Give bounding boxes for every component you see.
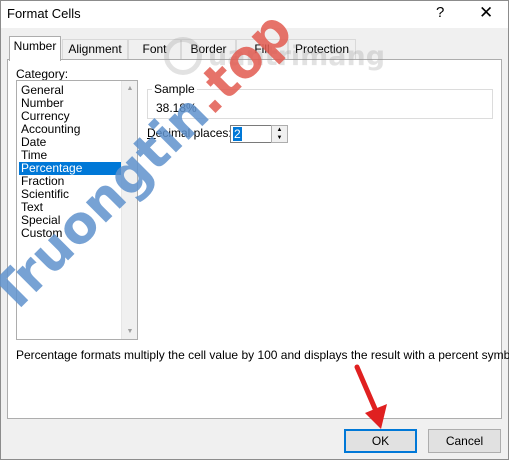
sample-box [147, 89, 493, 119]
format-description: Percentage formats multiply the cell val… [16, 348, 509, 362]
decimal-places-input[interactable]: 2 [230, 125, 273, 143]
decimal-places-value: 2 [233, 127, 242, 141]
tab-border[interactable]: Border [181, 39, 236, 60]
title-bar: Format Cells ? ✕ [1, 1, 508, 28]
decimal-places-label: Decimal places: [147, 126, 232, 140]
spin-down-icon[interactable]: ▼ [272, 134, 287, 142]
tab-font[interactable]: Font [128, 39, 181, 60]
dialog-title: Format Cells [7, 6, 81, 21]
category-list[interactable]: General Number Currency Accounting Date … [16, 80, 138, 340]
tab-fill[interactable]: Fill [236, 39, 288, 60]
sample-value: 38.18% [156, 101, 197, 115]
format-cells-dialog: Format Cells ? ✕ Number Alignment Font B… [0, 0, 509, 460]
category-label: Category: [16, 67, 69, 81]
close-icon[interactable]: ✕ [479, 3, 493, 23]
tab-protection[interactable]: Protection [288, 39, 356, 60]
tab-alignment[interactable]: Alignment [62, 39, 128, 60]
help-icon[interactable]: ? [436, 4, 444, 21]
scroll-down-icon[interactable]: ▼ [122, 324, 138, 339]
category-custom[interactable]: Custom [19, 227, 121, 240]
tab-number[interactable]: Number [9, 36, 61, 61]
cancel-button[interactable]: Cancel [428, 429, 501, 453]
decimal-places-spinner[interactable]: ▲ ▼ [271, 125, 288, 143]
scroll-up-icon[interactable]: ▲ [122, 81, 138, 96]
spin-up-icon[interactable]: ▲ [272, 126, 287, 134]
category-scrollbar[interactable]: ▲ ▼ [121, 81, 137, 339]
ok-button[interactable]: OK [344, 429, 417, 453]
sample-label: Sample [152, 82, 197, 96]
